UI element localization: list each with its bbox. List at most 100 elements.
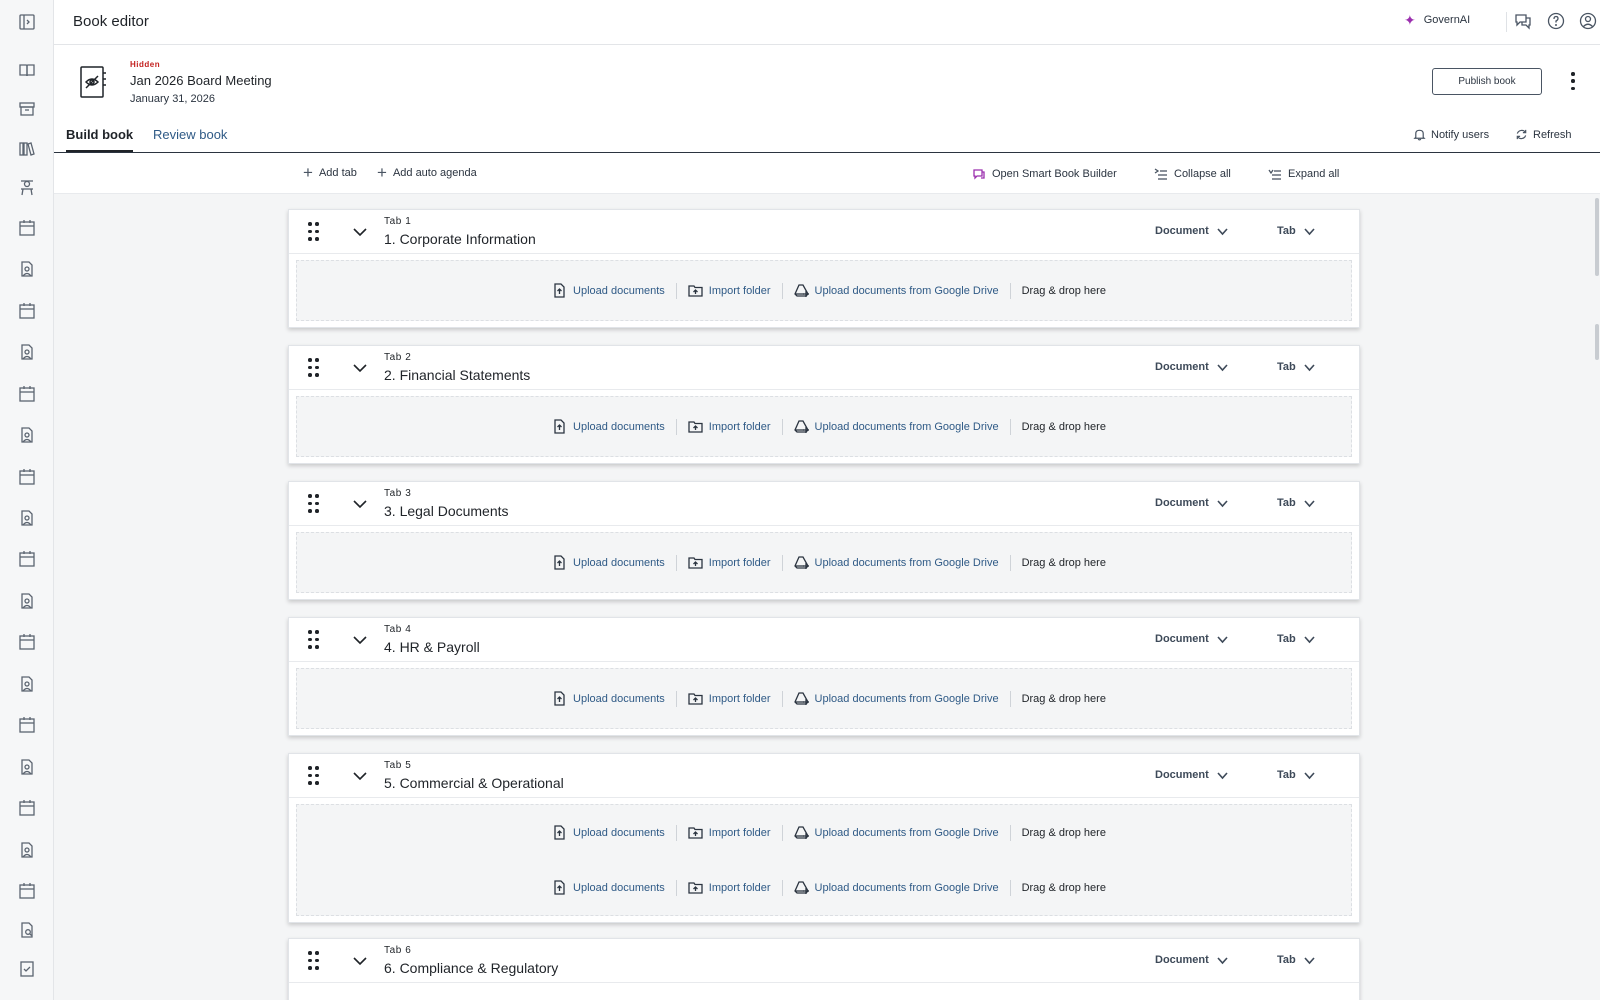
chevron-down-icon[interactable] (351, 631, 369, 649)
drag-handle-icon[interactable] (308, 766, 319, 786)
scrollbar-thumb[interactable] (1595, 324, 1599, 360)
calendar-icon[interactable] (17, 218, 37, 238)
chevron-down-icon[interactable] (351, 359, 369, 377)
google-drive-upload-link[interactable]: Upload documents from Google Drive (793, 283, 999, 298)
tab-dropdown[interactable]: Tab (1277, 497, 1315, 509)
tab-dropdown[interactable]: Tab (1277, 954, 1315, 966)
document-dropdown[interactable]: Document (1155, 361, 1228, 373)
drag-handle-icon[interactable] (308, 494, 319, 514)
more-options-icon[interactable] (1568, 72, 1578, 90)
drop-zone[interactable]: Upload documents Import folder Upload do… (296, 532, 1352, 593)
person-doc-icon[interactable] (17, 259, 37, 279)
governai-button[interactable]: ✦ GovernAI (1404, 13, 1470, 27)
upload-documents-link[interactable]: Upload documents (552, 880, 665, 895)
drag-handle-icon[interactable] (308, 630, 319, 650)
tab-dropdown[interactable]: Tab (1277, 225, 1315, 237)
calendar-icon[interactable] (17, 632, 37, 652)
chevron-down-icon[interactable] (351, 952, 369, 970)
chevron-down-icon[interactable] (351, 495, 369, 513)
calendar-icon[interactable] (17, 467, 37, 487)
tab-section-header: Tab 6 6. Compliance & Regulatory Documen… (289, 939, 1359, 983)
import-folder-link[interactable]: Import folder (688, 825, 771, 840)
calendar-icon[interactable] (17, 301, 37, 321)
divider (1009, 690, 1011, 707)
tab-section: Tab 1 1. Corporate Information Document … (288, 209, 1360, 328)
tab-dropdown[interactable]: Tab (1277, 361, 1315, 373)
google-drive-upload-link[interactable]: Upload documents from Google Drive (793, 555, 999, 570)
drop-zone[interactable]: Upload documents Import folder Upload do… (296, 260, 1352, 321)
drop-zone[interactable]: Upload documents Import folder Upload do… (296, 396, 1352, 457)
publish-book-button[interactable]: Publish book (1432, 68, 1542, 95)
calendar-icon[interactable] (17, 798, 37, 818)
notify-users-button[interactable]: Notify users (1413, 128, 1489, 141)
tab-dropdown-label: Tab (1277, 954, 1296, 966)
drag-handle-icon[interactable] (308, 358, 319, 378)
chevron-down-icon[interactable] (351, 223, 369, 241)
library-icon[interactable] (17, 139, 37, 159)
google-drive-upload-label: Upload documents from Google Drive (814, 420, 999, 433)
chevron-down-icon[interactable] (351, 767, 369, 785)
google-drive-upload-link[interactable]: Upload documents from Google Drive (793, 880, 999, 895)
calendar-icon[interactable] (17, 881, 37, 901)
import-folder-link[interactable]: Import folder (688, 283, 771, 298)
drop-zone[interactable]: Upload documents Import folder Upload do… (296, 668, 1352, 729)
book-open-icon[interactable] (17, 60, 37, 80)
person-doc-icon[interactable] (17, 342, 37, 362)
smart-book-builder-button[interactable]: Open Smart Book Builder (972, 167, 1117, 181)
google-drive-upload-link[interactable]: Upload documents from Google Drive (793, 825, 999, 840)
collapse-all-button[interactable]: Collapse all (1154, 167, 1231, 181)
upload-documents-link[interactable]: Upload documents (552, 283, 665, 298)
person-doc-icon[interactable] (17, 757, 37, 777)
tab-dropdown-label: Tab (1277, 497, 1296, 509)
meeting-icon[interactable] (17, 178, 37, 198)
person-doc-icon[interactable] (17, 674, 37, 694)
refresh-icon (1516, 129, 1527, 140)
scrollbar-thumb[interactable] (1595, 198, 1599, 276)
google-drive-upload-link[interactable]: Upload documents from Google Drive (793, 419, 999, 434)
drag-handle-icon[interactable] (308, 222, 319, 242)
refresh-button[interactable]: Refresh (1515, 128, 1572, 141)
person-doc-icon[interactable] (17, 425, 37, 445)
chevron-down-icon (1217, 635, 1228, 643)
upload-documents-link[interactable]: Upload documents (552, 691, 665, 706)
tab-dropdown-label: Tab (1277, 769, 1296, 781)
user-account-icon[interactable] (1579, 12, 1599, 32)
help-icon[interactable] (1547, 12, 1567, 32)
chat-icon[interactable] (1514, 12, 1534, 32)
import-folder-link[interactable]: Import folder (688, 691, 771, 706)
smart-book-builder-label: Open Smart Book Builder (992, 168, 1117, 180)
document-dropdown[interactable]: Document (1155, 769, 1228, 781)
sidebar-toggle-icon[interactable] (17, 12, 37, 32)
checklist-icon[interactable] (17, 959, 37, 979)
upload-documents-link[interactable]: Upload documents (552, 555, 665, 570)
drop-zone[interactable]: Upload documents Import folder Upload do… (296, 804, 1352, 916)
document-dropdown[interactable]: Document (1155, 497, 1228, 509)
google-drive-upload-link[interactable]: Upload documents from Google Drive (793, 691, 999, 706)
person-doc-icon[interactable] (17, 508, 37, 528)
document-dropdown[interactable]: Document (1155, 633, 1228, 645)
tab-dropdown[interactable]: Tab (1277, 769, 1315, 781)
person-doc-icon[interactable] (17, 591, 37, 611)
archive-icon[interactable] (17, 99, 37, 119)
calendar-icon[interactable] (17, 715, 37, 735)
document-dropdown[interactable]: Document (1155, 954, 1228, 966)
document-dropdown[interactable]: Document (1155, 225, 1228, 237)
add-auto-agenda-button[interactable]: + Add auto agenda (377, 164, 477, 181)
import-folder-link[interactable]: Import folder (688, 555, 771, 570)
calendar-icon[interactable] (17, 384, 37, 404)
import-folder-link[interactable]: Import folder (688, 419, 771, 434)
tab-review-book[interactable]: Review book (153, 127, 227, 150)
expand-all-button[interactable]: Expand all (1268, 167, 1339, 181)
import-folder-link[interactable]: Import folder (688, 880, 771, 895)
calendar-icon[interactable] (17, 549, 37, 569)
tab-dropdown[interactable]: Tab (1277, 633, 1315, 645)
add-tab-button[interactable]: + Add tab (303, 164, 357, 181)
scrollbar[interactable] (1594, 194, 1600, 1000)
document-search-icon[interactable] (17, 920, 37, 940)
drag-handle-icon[interactable] (308, 951, 319, 971)
person-doc-icon[interactable] (17, 840, 37, 860)
tab-number: Tab 6 (384, 945, 412, 956)
upload-documents-link[interactable]: Upload documents (552, 825, 665, 840)
upload-documents-link[interactable]: Upload documents (552, 419, 665, 434)
tab-build-book[interactable]: Build book (66, 127, 134, 152)
